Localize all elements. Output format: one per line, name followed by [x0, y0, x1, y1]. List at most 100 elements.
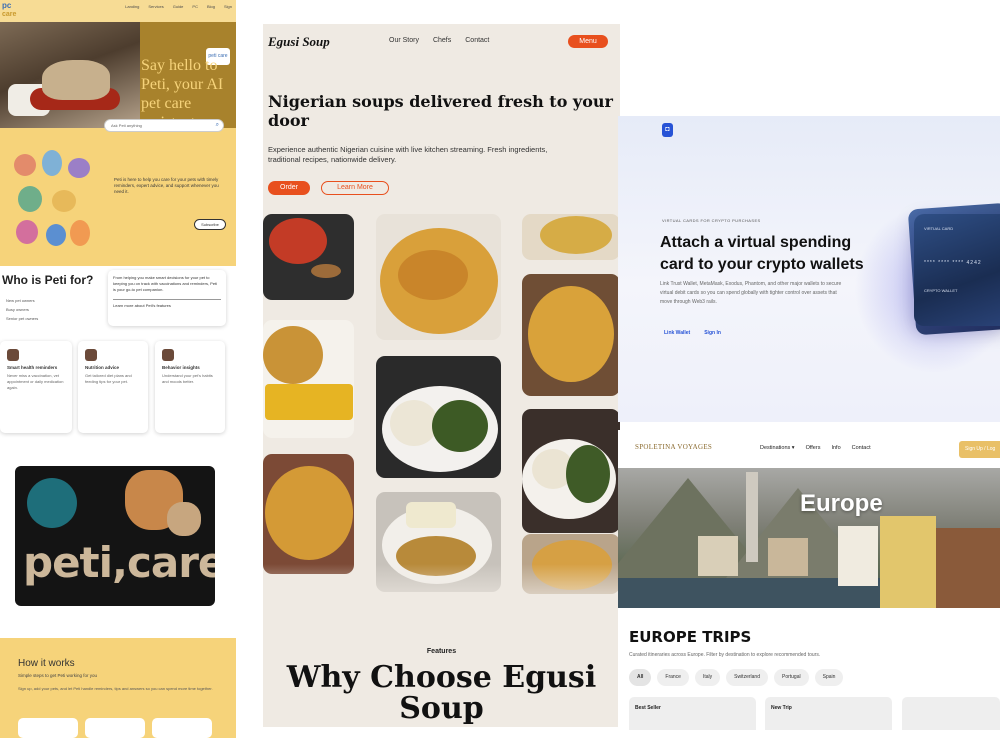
egusi-logo[interactable]: Egusi Soup	[268, 34, 330, 50]
peti-navbar: pc care Landing Services Guide PC Blog S…	[0, 0, 236, 22]
paw-print-shape	[27, 478, 77, 528]
rice-shape	[398, 250, 468, 300]
subscribe-button[interactable]: Subscribe	[194, 219, 226, 230]
nav-link-offers[interactable]: Offers	[806, 445, 821, 451]
crypto-headline: Attach a virtual spending card to your c…	[660, 234, 864, 273]
who-title: Who is Peti for?	[2, 273, 94, 287]
trips-heading: EUROPE TRIPS	[629, 628, 752, 646]
menu-button[interactable]: Menu	[568, 35, 608, 48]
nav-link-pc[interactable]: PC	[192, 4, 198, 9]
link-wallet-button[interactable]: Link Wallet	[664, 330, 690, 336]
trip-card[interactable]	[902, 697, 1000, 730]
spoon-shape	[311, 264, 341, 278]
rice-shape	[265, 466, 353, 560]
info-card: From helping you make smart decisions fo…	[108, 270, 226, 326]
egusi-plate-shape	[263, 326, 323, 384]
soup-bowl-shape	[269, 218, 327, 264]
nav-link-landing[interactable]: Landing	[125, 4, 139, 9]
nav-link-destinations[interactable]: Destinations ▾	[760, 445, 795, 451]
nav-link-our-story[interactable]: Our Story	[389, 37, 419, 44]
order-button[interactable]: Order	[268, 181, 310, 195]
sign-up-button[interactable]: Sign Up / Log	[959, 441, 1000, 458]
wallet-logo-icon[interactable]: ◘	[662, 123, 673, 137]
how-step-card	[18, 718, 78, 738]
crypto-actions: Link Wallet Sign In	[664, 330, 721, 336]
feature-card-body: Understand your pet's habits and moods b…	[162, 373, 213, 384]
filter-chip-france[interactable]: France	[657, 669, 689, 686]
rice-shape	[540, 216, 612, 254]
peti-care-page: pc care Landing Services Guide PC Blog S…	[0, 0, 236, 738]
dog-shape	[42, 60, 110, 100]
how-step-card	[85, 718, 145, 738]
who-list-item: Busy owners	[6, 307, 29, 312]
filter-chip-italy[interactable]: Italy	[694, 669, 721, 686]
card-label: VIRTUAL CARD	[924, 226, 954, 231]
how-step-card	[152, 718, 212, 738]
voyages-logo[interactable]: SPOLETINA VOYAGES	[635, 443, 712, 451]
church-spire-shape	[746, 472, 758, 562]
trip-card[interactable]: Best Seller	[629, 697, 756, 730]
nav-link-guide[interactable]: Guide	[173, 4, 184, 9]
illus-blob	[14, 154, 36, 176]
filter-chip-all[interactable]: All	[629, 669, 652, 686]
how-title: How it works	[18, 658, 75, 669]
search-icon[interactable]: ⌕	[216, 122, 219, 129]
food-photo	[263, 320, 354, 438]
plantain-shape	[265, 384, 353, 420]
moi-moi-shape	[406, 502, 456, 528]
search-placeholder: Ask Peti anything	[111, 123, 142, 128]
peti-search-input[interactable]: Ask Peti anything ⌕	[104, 119, 224, 132]
feature-card: Nutrition advice Get tailored diet plans…	[78, 341, 148, 433]
crypto-body: Link Trust Wallet, MetaMask, Exodus, Pha…	[660, 281, 842, 305]
house-shape	[768, 538, 808, 576]
nav-link-contact[interactable]: Contact	[852, 445, 871, 451]
bell-icon	[7, 349, 19, 361]
vegetable-soup-shape	[432, 400, 488, 452]
food-photo	[263, 454, 354, 574]
feature-card-body: Get tailored diet plans and feeding tips…	[85, 373, 132, 384]
people-with-pets-illustration	[12, 150, 92, 262]
filter-chip-switzerland[interactable]: Switzerland	[726, 669, 768, 686]
egusi-nav-links: Our Story Chefs Contact	[389, 37, 489, 44]
feature-card-body: Never miss a vaccination, vet appointmen…	[7, 373, 64, 390]
nav-link-info[interactable]: Info	[831, 445, 840, 451]
egusi-soup-page: Egusi Soup Our Story Chefs Contact Menu …	[263, 24, 620, 727]
gallery-fade	[263, 564, 620, 614]
filter-chip-spain[interactable]: Spain	[814, 669, 844, 686]
rice-shape	[528, 286, 614, 382]
screenshot-collage: pc care Landing Services Guide PC Blog S…	[0, 0, 1000, 749]
brand-text: peti,care	[23, 538, 215, 587]
europe-trips-page: SPOLETINA VOYAGES Destinations ▾ Offers …	[618, 430, 1000, 730]
egusi-description: Experience authentic Nigerian cuisine wi…	[268, 145, 548, 164]
house-shape	[698, 536, 738, 576]
trips-subtitle: Curated itineraries across Europe. Filte…	[629, 652, 821, 658]
info-text: From helping you make smart decisions fo…	[113, 275, 218, 292]
food-photo	[376, 214, 501, 340]
destination-filter: All France Italy Switzerland Portugal Sp…	[629, 669, 844, 686]
nav-link-contact[interactable]: Contact	[465, 37, 489, 44]
food-photo	[263, 214, 354, 300]
paw-icon	[162, 349, 174, 361]
peti-logo[interactable]: pc care	[2, 1, 16, 19]
trip-card[interactable]: New Trip	[765, 697, 892, 730]
nav-link-blog[interactable]: Blog	[207, 4, 215, 9]
info-link[interactable]: Learn more about Peti's features	[113, 299, 221, 308]
nav-link-sign[interactable]: Sign	[224, 4, 232, 9]
card-holder: CRYPTO WALLET	[924, 288, 958, 293]
voyages-navbar: SPOLETINA VOYAGES Destinations ▾ Offers …	[618, 430, 1000, 468]
illus-blob	[46, 224, 66, 246]
house-shape	[936, 528, 1000, 608]
how-subtitle: Simple steps to get Peti working for you	[18, 673, 98, 678]
who-list-item: New pet owners	[6, 298, 35, 303]
food-photo	[376, 356, 501, 478]
illus-blob	[16, 220, 38, 244]
crypto-card-page: ◘ VIRTUAL CARDS FOR CRYPTO PURCHASES Att…	[618, 116, 1000, 422]
learn-more-button[interactable]: Learn More	[321, 181, 389, 195]
filter-chip-portugal[interactable]: Portugal	[773, 669, 809, 686]
sign-in-link[interactable]: Sign In	[704, 330, 721, 336]
hero-title: Europe	[800, 490, 883, 517]
nav-link-services[interactable]: Services	[148, 4, 163, 9]
card-number: **** **** **** 4242	[924, 260, 982, 266]
crypto-kicker: VIRTUAL CARDS FOR CRYPTO PURCHASES	[662, 218, 761, 223]
nav-link-chefs[interactable]: Chefs	[433, 37, 451, 44]
